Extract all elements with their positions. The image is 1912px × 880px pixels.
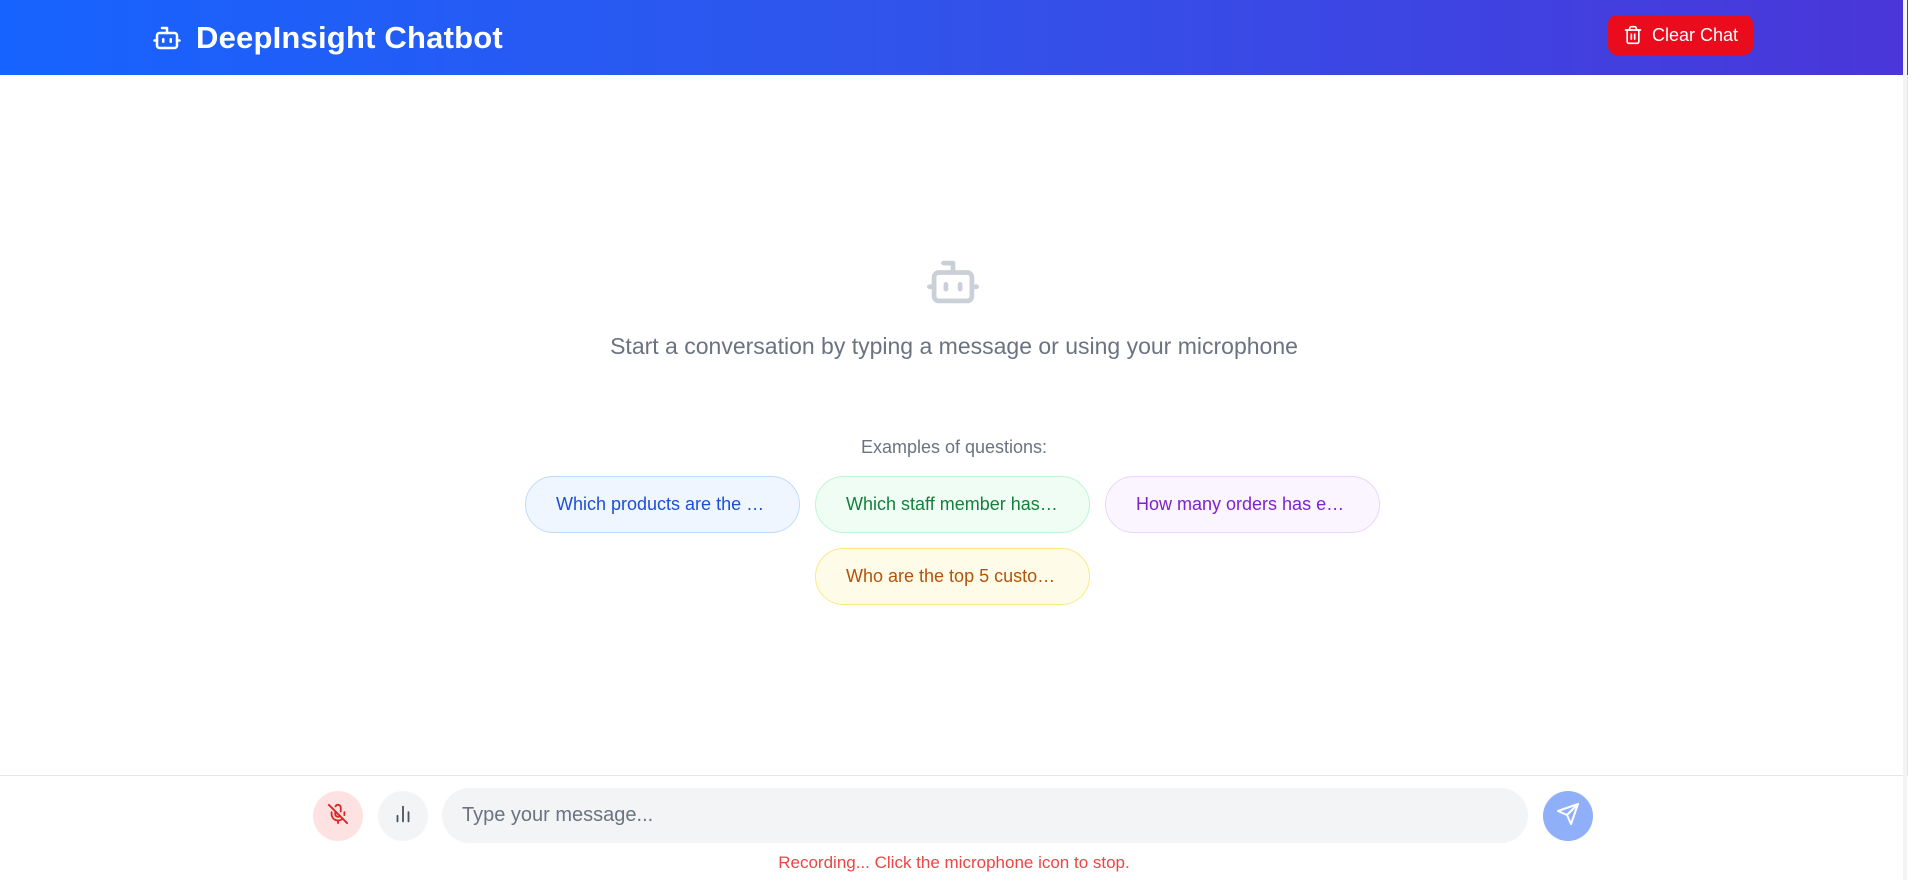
send-button[interactable]	[1543, 791, 1593, 841]
clear-chat-label: Clear Chat	[1651, 24, 1739, 45]
message-input[interactable]	[442, 788, 1528, 843]
page-scrollbar[interactable]	[1903, 0, 1907, 880]
empty-state-message: Start a conversation by typing a message…	[610, 333, 1298, 359]
mic-off-icon	[327, 803, 349, 830]
bar-chart-icon	[392, 803, 414, 830]
app-title: DeepInsight Chatbot	[196, 19, 503, 55]
example-question-text: How many orders has ea…	[1136, 494, 1351, 514]
message-input-bar: Recording... Click the microphone icon t…	[0, 775, 1908, 880]
audio-visualizer-button[interactable]	[378, 791, 428, 841]
example-question-chip[interactable]: How many orders has ea…	[1105, 476, 1380, 533]
brand: DeepInsight Chatbot	[152, 0, 503, 75]
send-icon	[1556, 802, 1580, 831]
app-header: DeepInsight Chatbot Clear Chat	[0, 0, 1908, 75]
chat-app: DeepInsight Chatbot Clear Chat Start a c…	[0, 0, 1908, 880]
trash-icon	[1623, 25, 1643, 45]
example-question-chip[interactable]: Who are the top 5 custo…	[815, 548, 1090, 605]
recording-status-text: Recording... Click the microphone icon t…	[778, 853, 1130, 872]
robot-icon	[924, 256, 982, 308]
microphone-toggle-button[interactable]	[313, 791, 363, 841]
clear-chat-button[interactable]: Clear Chat	[1608, 15, 1753, 55]
example-question-text: Which products are the …	[556, 494, 765, 514]
example-question-chip[interactable]: Which products are the …	[525, 476, 800, 533]
example-question-text: Which staff member has …	[846, 494, 1061, 514]
example-question-text: Who are the top 5 custo…	[846, 566, 1056, 586]
examples-label: Examples of questions:	[860, 437, 1048, 457]
example-question-chip[interactable]: Which staff member has …	[815, 476, 1090, 533]
robot-icon	[152, 23, 182, 53]
